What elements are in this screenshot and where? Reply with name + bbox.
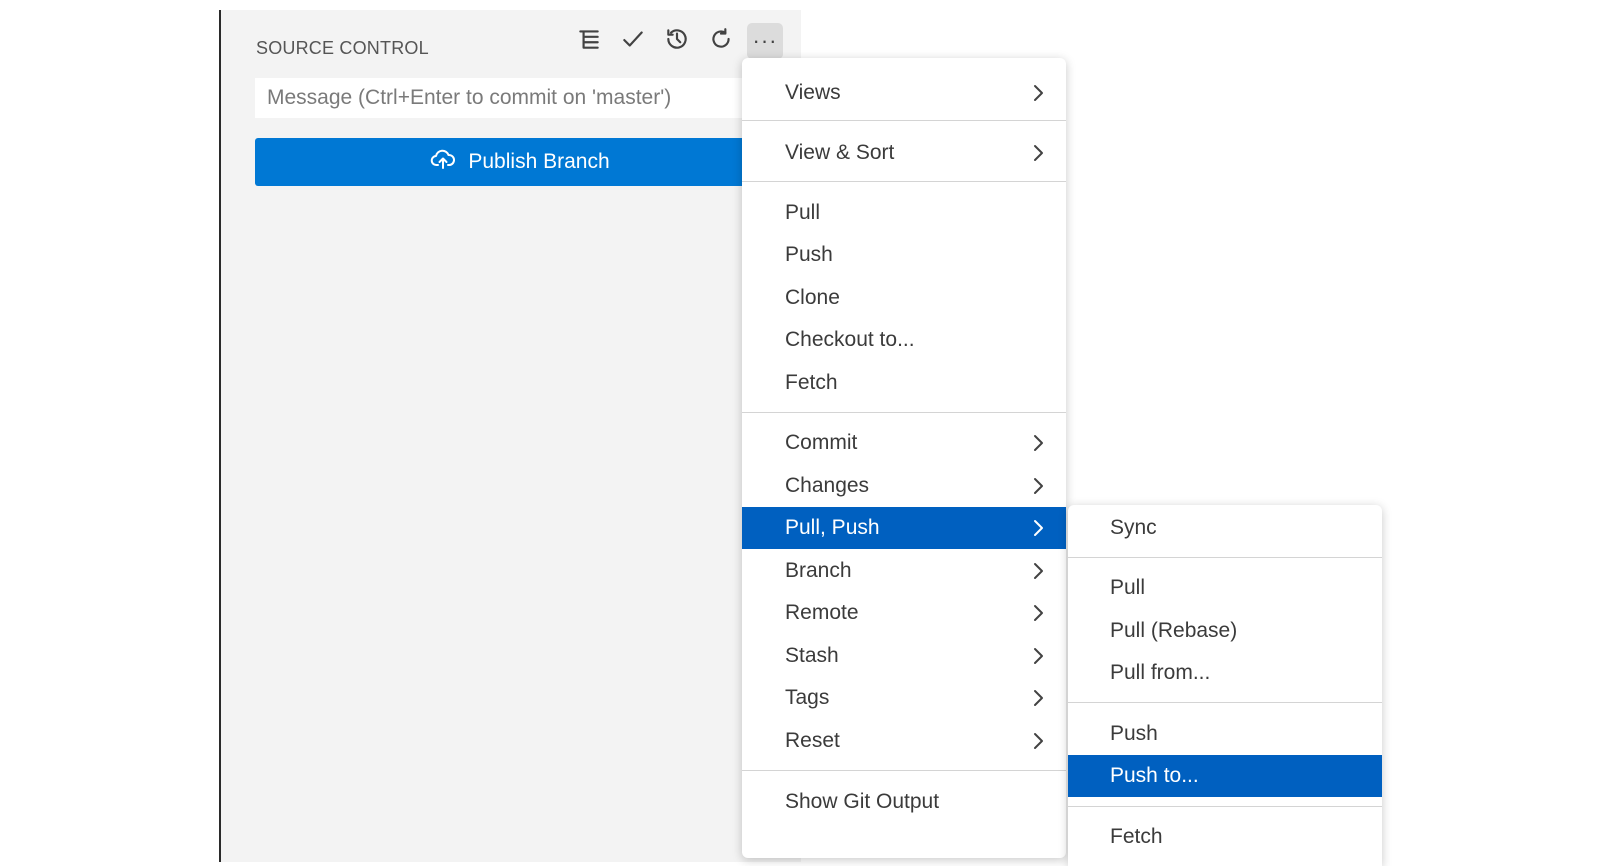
chevron-right-icon [1032,465,1044,507]
menu-item-clone[interactable]: Clone [742,277,1066,319]
menu-separator [742,120,1066,121]
menu-item-label: Pull (Rebase) [1110,619,1238,642]
menu-item-label: Pull [785,201,821,224]
chevron-right-icon [1032,635,1044,677]
menu-item-show-git-output[interactable]: Show Git Output [742,781,1066,823]
menu-item-label: Remote [785,601,859,624]
history-icon [664,26,690,57]
menu-item-view-sort[interactable]: View & Sort [742,132,1066,174]
chevron-right-icon [1032,72,1044,114]
publish-branch-label: Publish Branch [468,150,610,173]
pull-push-submenu: Sync Pull Pull (Rebase) Pull from... Pus… [1068,505,1382,866]
submenu-item-pull[interactable]: Pull [1068,567,1382,609]
menu-item-pull-push[interactable]: Pull, Push [742,507,1066,549]
menu-item-label: Tags [785,686,830,709]
more-actions-menu: Views View & Sort Pull Push Clone Checko… [742,58,1066,858]
chevron-right-icon [1032,592,1044,634]
menu-item-label: Show Git Output [785,790,940,813]
menu-item-label: Push [1110,722,1158,745]
submenu-item-pull-from[interactable]: Pull from... [1068,652,1382,694]
submenu-item-sync[interactable]: Sync [1068,507,1382,549]
menu-item-label: Fetch [1110,825,1163,848]
chevron-right-icon [1032,507,1044,549]
menu-item-changes[interactable]: Changes [742,465,1066,507]
menu-item-pull[interactable]: Pull [742,192,1066,234]
menu-item-views[interactable]: Views [742,72,1066,114]
menu-item-label: Stash [785,644,839,667]
menu-item-label: Pull [1110,576,1146,599]
refresh-icon [708,26,734,57]
submenu-item-push[interactable]: Push [1068,713,1382,755]
menu-item-label: Changes [785,474,870,497]
menu-item-label: Views [785,81,841,104]
menu-separator [742,181,1066,182]
publish-branch-button[interactable]: Publish Branch [255,138,785,186]
commit-message-input[interactable] [255,78,785,118]
menu-item-branch[interactable]: Branch [742,550,1066,592]
menu-item-label: View & Sort [785,141,895,164]
cloud-upload-icon [430,146,456,178]
submenu-item-fetch[interactable]: Fetch [1068,816,1382,858]
chevron-right-icon [1032,132,1044,174]
more-actions-button[interactable]: ··· [747,23,783,59]
menu-item-label: Branch [785,559,852,582]
menu-item-push[interactable]: Push [742,234,1066,276]
menu-item-reset[interactable]: Reset [742,720,1066,762]
menu-separator [1068,806,1382,807]
menu-item-tags[interactable]: Tags [742,677,1066,719]
menu-item-label: Commit [785,431,858,454]
source-control-panel: SOURCE CONTROL ··· Message (Ctrl+Enter t… [219,10,801,862]
history-button[interactable] [659,23,695,59]
chevron-right-icon [1032,550,1044,592]
commit-button[interactable] [615,23,651,59]
menu-item-fetch[interactable]: Fetch [742,362,1066,404]
menu-item-label: Clone [785,286,840,309]
chevron-right-icon [1032,720,1044,762]
chevron-right-icon [1032,422,1044,464]
menu-item-label: Reset [785,729,840,752]
menu-item-label: Fetch [785,371,838,394]
menu-item-label: Pull, Push [785,516,880,539]
menu-item-label: Push to... [1110,764,1199,787]
menu-separator [742,770,1066,771]
menu-item-checkout-to[interactable]: Checkout to... [742,319,1066,361]
more-icon: ··· [752,28,778,53]
check-icon [620,26,646,57]
menu-item-label: Push [785,243,833,266]
menu-item-label: Checkout to... [785,328,915,351]
submenu-item-push-to[interactable]: Push to... [1068,755,1382,797]
menu-item-label: Pull from... [1110,661,1211,684]
menu-item-commit[interactable]: Commit [742,422,1066,464]
menu-separator [1068,557,1382,558]
menu-item-stash[interactable]: Stash [742,635,1066,677]
refresh-button[interactable] [703,23,739,59]
menu-item-label: Sync [1110,516,1157,539]
menu-separator [742,412,1066,413]
list-tree-icon [576,26,602,57]
chevron-right-icon [1032,677,1044,719]
menu-separator [1068,702,1382,703]
panel-toolbar: ··· [571,23,783,59]
menu-item-remote[interactable]: Remote [742,592,1066,634]
panel-title: SOURCE CONTROL [256,38,429,58]
view-as-tree-button[interactable] [571,23,607,59]
submenu-item-pull-rebase[interactable]: Pull (Rebase) [1068,610,1382,652]
